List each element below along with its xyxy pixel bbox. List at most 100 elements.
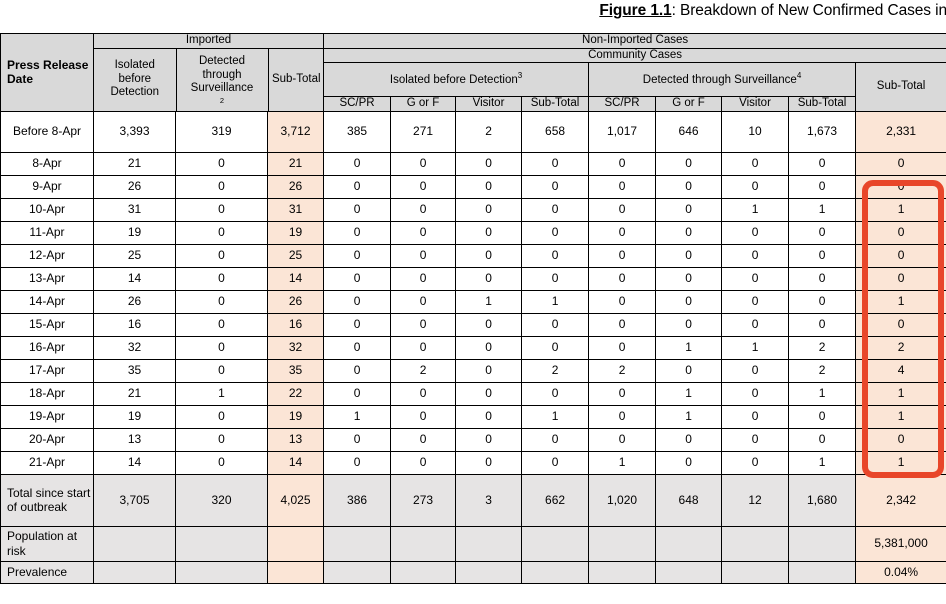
summary-cell xyxy=(721,525,790,562)
table-cell: 35 xyxy=(266,358,325,383)
table-cell: 0 xyxy=(455,450,523,475)
table-cell: 0 xyxy=(175,427,268,452)
table-cell: 25 xyxy=(93,243,176,268)
summary-cell: 5,381,000 xyxy=(855,525,946,562)
header-col-surv-visitor: Visitor xyxy=(721,96,790,112)
table-cell: 21 xyxy=(93,151,176,176)
table-cell: 0 xyxy=(455,151,523,176)
summary-row: Prevalence 0.04% xyxy=(0,560,946,584)
table-cell: 0 xyxy=(721,289,790,314)
header-imported-spacer-cell: Isolated before Detection Detected throu… xyxy=(92,48,325,112)
table-cell: 0 xyxy=(390,266,457,291)
summary-cell xyxy=(588,525,657,562)
table-cell: 0 xyxy=(855,151,946,176)
row-date-label: 9-Apr xyxy=(0,174,94,199)
table-cell: 0 xyxy=(588,381,657,406)
row-date-label: 19-Apr xyxy=(0,404,94,429)
header-col-surv-scpr: SC/PR xyxy=(588,96,657,112)
table-cell: 0 xyxy=(175,174,268,199)
header-col-surv-subtotal: Sub-Total xyxy=(788,96,857,112)
row-date-label: 14-Apr xyxy=(0,289,94,314)
table-cell: 658 xyxy=(521,110,590,153)
table-cell: 0 xyxy=(588,174,657,199)
table-cell: 0 xyxy=(721,312,790,337)
table-cell: 1 xyxy=(175,381,268,406)
table-cell: 0 xyxy=(655,151,723,176)
table-row: 16-Apr 32 0 32 0 0 0 0 0 1 1 2 2 xyxy=(0,335,946,360)
table-cell: 0 xyxy=(455,427,523,452)
table-cell: 0 xyxy=(323,151,392,176)
table-row: 8-Apr 21 0 21 0 0 0 0 0 0 0 0 0 xyxy=(0,151,946,176)
table-cell: 26 xyxy=(266,174,325,199)
figure-caption-text: Figure 1.1: Breakdown of New Confirmed C… xyxy=(599,2,946,20)
table-cell: 31 xyxy=(266,197,325,222)
summary-cell xyxy=(323,525,392,562)
row-date-label: 10-Apr xyxy=(0,197,94,222)
table-row: 17-Apr 35 0 35 0 2 0 2 2 0 0 2 4 xyxy=(0,358,946,383)
table-cell: 0 xyxy=(323,358,392,383)
table-cell: 0 xyxy=(521,174,590,199)
table-cell: 0 xyxy=(788,220,857,245)
summary-cell xyxy=(588,560,657,584)
table-cell: 31 xyxy=(93,197,176,222)
footnote-marker-3: 3 xyxy=(517,71,523,81)
table-cell: 2 xyxy=(390,358,457,383)
table-cell: 0 xyxy=(655,243,723,268)
table-row: 20-Apr 13 0 13 0 0 0 0 0 0 0 0 0 xyxy=(0,427,946,452)
row-date-label: 13-Apr xyxy=(0,266,94,291)
table-cell: 0 xyxy=(855,243,946,268)
table-cell: 0 xyxy=(588,220,657,245)
table-cell: 0 xyxy=(175,335,268,360)
table-cell: 14 xyxy=(266,266,325,291)
row-date-label: 20-Apr xyxy=(0,427,94,452)
figure-title: Breakdown of New Confirmed Cases in the … xyxy=(679,2,946,19)
table-cell: 0 xyxy=(655,197,723,222)
table-cell: 14 xyxy=(93,450,176,475)
header-col-iso-subtotal: Sub-Total xyxy=(521,96,590,112)
table-cell: 0 xyxy=(175,220,268,245)
table-cell: 0 xyxy=(788,151,857,176)
summary-cell xyxy=(655,525,723,562)
table-cell: 32 xyxy=(93,335,176,360)
table-cell: 0 xyxy=(588,266,657,291)
table-cell: 13 xyxy=(266,427,325,452)
table-cell: 1 xyxy=(588,450,657,475)
table-head: Press Release Date Imported Non-Imported… xyxy=(0,33,946,112)
table-cell: 0 xyxy=(175,404,268,429)
summary-cell xyxy=(721,560,790,584)
table-cell: 0 xyxy=(521,243,590,268)
table-cell: 0 xyxy=(323,266,392,291)
summary-cell: 3 xyxy=(455,473,523,527)
summary-cell xyxy=(521,525,590,562)
table-cell: 0 xyxy=(455,197,523,222)
table-cell: 0 xyxy=(323,174,392,199)
table-cell: 0 xyxy=(175,243,268,268)
table-cell: 1 xyxy=(788,381,857,406)
table-row: 9-Apr 26 0 26 0 0 0 0 0 0 0 0 0 xyxy=(0,174,946,199)
table-cell: 0 xyxy=(521,151,590,176)
table-cell: 0 xyxy=(455,358,523,383)
table-cell: 0 xyxy=(390,197,457,222)
table-cell: 0 xyxy=(788,312,857,337)
table-row: 18-Apr 21 1 22 0 0 0 0 0 1 0 1 1 xyxy=(0,381,946,406)
table-row: 15-Apr 16 0 16 0 0 0 0 0 0 0 0 0 xyxy=(0,312,946,337)
summary-cell xyxy=(455,525,523,562)
summary-cell: 3,705 xyxy=(93,473,176,527)
table-cell: 271 xyxy=(390,110,457,153)
table-cell: 2 xyxy=(455,110,523,153)
table-cell: 2,331 xyxy=(855,110,946,153)
table-cell: 1 xyxy=(855,450,946,475)
table-cell: 0 xyxy=(655,312,723,337)
summary-row-label: Prevalence xyxy=(0,560,94,584)
header-col-surv-gorf: G or F xyxy=(655,96,723,112)
summary-cell: 386 xyxy=(323,473,392,527)
table-cell: 0 xyxy=(455,266,523,291)
table-cell: 0 xyxy=(721,381,790,406)
table-cell: 0 xyxy=(721,220,790,245)
table-cell: 1 xyxy=(655,335,723,360)
table-cell: 1,017 xyxy=(588,110,657,153)
summary-cell xyxy=(175,560,268,584)
table-cell: 0 xyxy=(655,358,723,383)
table-cell: 0 xyxy=(588,427,657,452)
table-cell: 0 xyxy=(721,151,790,176)
